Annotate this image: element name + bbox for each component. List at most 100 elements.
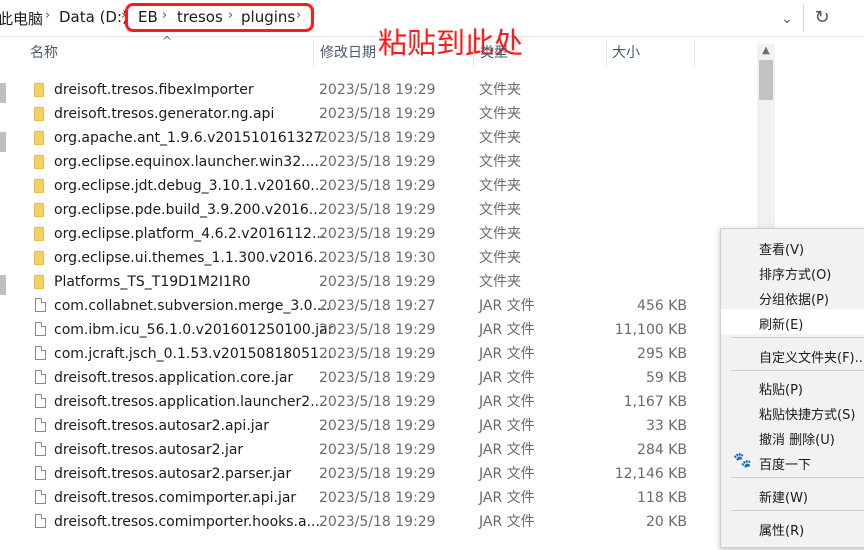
breadcrumb-data-drive[interactable]: Data (D:) xyxy=(59,8,128,26)
column-divider[interactable] xyxy=(606,40,607,68)
column-divider[interactable] xyxy=(313,40,314,68)
file-type: JAR 文件 xyxy=(479,298,535,314)
folder-icon xyxy=(32,155,46,169)
column-divider[interactable] xyxy=(694,40,695,68)
file-row[interactable]: org.eclipse.pde.build_3.9.200.v2016... 20… xyxy=(0,198,760,222)
file-size: 12,146 KB xyxy=(614,466,687,482)
file-row[interactable]: org.apache.ant_1.9.6.v201510161327 2023/5… xyxy=(0,126,760,150)
menu-item-paste-shortcut[interactable]: 粘贴快捷方式(S) xyxy=(759,404,855,423)
menu-item-customize-folder[interactable]: 自定义文件夹(F)... xyxy=(759,347,864,366)
file-icon xyxy=(35,442,46,456)
file-type: JAR 文件 xyxy=(479,370,535,386)
file-date: 2023/5/18 19:29 xyxy=(319,274,436,290)
file-name: org.eclipse.pde.build_3.9.200.v2016... xyxy=(54,202,323,218)
file-date: 2023/5/18 19:29 xyxy=(319,346,436,362)
file-size: 59 KB xyxy=(645,370,687,386)
file-row[interactable]: dreisoft.tresos.autosar2.api.jar 2023/5/1… xyxy=(0,414,760,438)
menu-item-undo-delete[interactable]: 撤消 删除(U) xyxy=(759,429,835,448)
baidu-paw-icon: 🐾 xyxy=(733,451,752,469)
file-name: Platforms_TS_T19D1M2I1R0 xyxy=(54,274,251,290)
menu-item-properties[interactable]: 属性(R) xyxy=(759,520,804,539)
file-size xyxy=(600,126,687,150)
file-size xyxy=(600,102,687,126)
file-size: 1,167 KB xyxy=(623,394,687,410)
file-row[interactable]: dreisoft.tresos.autosar2.jar 2023/5/18 19… xyxy=(0,438,760,462)
menu-item-refresh[interactable]: 刷新(E) xyxy=(759,314,803,333)
file-row[interactable]: dreisoft.tresos.comimporter.api.jar 2023/… xyxy=(0,486,760,510)
file-type: JAR 文件 xyxy=(479,442,535,458)
file-size xyxy=(600,222,687,246)
file-date: 2023/5/18 19:29 xyxy=(319,442,436,458)
file-name: dreisoft.tresos.autosar2.api.jar xyxy=(54,418,269,434)
column-divider[interactable] xyxy=(473,40,474,68)
file-type: JAR 文件 xyxy=(479,418,535,434)
file-size: 456 KB xyxy=(637,298,687,314)
file-type: 文件夹 xyxy=(479,250,521,266)
file-row[interactable]: com.jcraft.jsch_0.1.53.v20150818051... 20… xyxy=(0,342,760,366)
folder-icon xyxy=(32,275,46,289)
column-header-date[interactable]: 修改日期 xyxy=(320,36,376,70)
chevron-down-icon[interactable]: ⌄ xyxy=(774,6,800,32)
file-icon xyxy=(35,394,46,408)
file-row[interactable]: dreisoft.tresos.autosar2.parser.jar 2023/… xyxy=(0,462,760,486)
file-date: 2023/5/18 19:27 xyxy=(319,298,436,314)
column-header-type[interactable]: 类型 xyxy=(480,36,508,70)
file-row[interactable]: Platforms_TS_T19D1M2I1R0 2023/5/18 19:29 文… xyxy=(0,270,760,294)
menu-item-new[interactable]: 新建(W) xyxy=(759,487,808,506)
file-icon xyxy=(35,490,46,504)
file-size: 284 KB xyxy=(637,442,687,458)
menu-separator xyxy=(731,337,864,338)
menu-item-sort[interactable]: 排序方式(O) xyxy=(759,264,831,283)
file-icon xyxy=(35,466,46,480)
column-header-name[interactable]: 名称 xyxy=(30,36,58,70)
file-date: 2023/5/18 19:29 xyxy=(319,514,436,530)
menu-item-group[interactable]: 分组依据(P) xyxy=(759,289,829,308)
file-type: JAR 文件 xyxy=(479,322,535,338)
file-row[interactable]: org.eclipse.platform_4.6.2.v2016112... 20… xyxy=(0,222,760,246)
menu-item-view[interactable]: 查看(V) xyxy=(759,239,804,258)
file-row[interactable]: org.eclipse.ui.themes_1.1.300.v2016... 20… xyxy=(0,246,760,270)
file-row[interactable]: com.collabnet.subversion.merge_3.0.... 20… xyxy=(0,294,760,318)
file-date: 2023/5/18 19:29 xyxy=(319,82,436,98)
file-date: 2023/5/18 19:29 xyxy=(319,394,436,410)
file-type: 文件夹 xyxy=(479,130,521,146)
file-name: com.jcraft.jsch_0.1.53.v20150818051... xyxy=(54,346,333,362)
folder-icon xyxy=(32,83,46,97)
file-type: JAR 文件 xyxy=(479,514,535,530)
file-row[interactable]: com.ibm.icu_56.1.0.v201601250100.jar 2023… xyxy=(0,318,760,342)
file-row[interactable]: dreisoft.tresos.comimporter.hooks.a... 20… xyxy=(0,510,760,534)
breadcrumb-this-pc[interactable]: 此电脑 xyxy=(0,8,43,29)
file-name: dreisoft.tresos.comimporter.hooks.a... xyxy=(54,514,320,530)
file-row[interactable]: dreisoft.tresos.generator.ng.api 2023/5/1… xyxy=(0,102,760,126)
file-row[interactable]: dreisoft.tresos.application.launcher2...… xyxy=(0,390,760,414)
file-name: dreisoft.tresos.application.core.jar xyxy=(54,370,294,386)
breadcrumb-separator-icon: › xyxy=(45,8,51,23)
menu-separator xyxy=(731,477,864,478)
folder-icon xyxy=(32,227,46,241)
file-type: 文件夹 xyxy=(479,154,521,170)
scroll-up-arrow-icon[interactable]: ▲ xyxy=(757,44,775,58)
file-type: JAR 文件 xyxy=(479,394,535,410)
column-header-size[interactable]: 大小 xyxy=(612,36,640,70)
file-row[interactable]: dreisoft.tresos.fibexImporter 2023/5/18 1… xyxy=(0,78,760,102)
file-date: 2023/5/18 19:29 xyxy=(319,466,436,482)
file-icon xyxy=(35,346,46,360)
file-type: JAR 文件 xyxy=(479,466,535,482)
file-size xyxy=(600,150,687,174)
scrollbar-thumb[interactable] xyxy=(759,60,773,100)
sort-ascending-icon: ^ xyxy=(162,34,173,48)
file-row[interactable]: org.eclipse.equinox.launcher.win32.... 20… xyxy=(0,150,760,174)
menu-separator xyxy=(731,510,864,511)
file-name: dreisoft.tresos.comimporter.api.jar xyxy=(54,490,297,506)
file-row[interactable]: org.eclipse.jdt.debug_3.10.1.v20160... 20… xyxy=(0,174,760,198)
file-icon xyxy=(35,298,46,312)
folder-icon xyxy=(32,131,46,145)
menu-item-paste[interactable]: 粘贴(P) xyxy=(759,379,803,398)
context-menu: 查看(V) 排序方式(O) 分组依据(P) 刷新(E) 自定义文件夹(F)...… xyxy=(720,228,864,548)
file-type: 文件夹 xyxy=(479,178,521,194)
menu-item-baidu[interactable]: 百度一下 xyxy=(759,454,811,473)
file-date: 2023/5/18 19:30 xyxy=(319,250,436,266)
file-date: 2023/5/18 19:29 xyxy=(319,370,436,386)
refresh-icon[interactable]: ↻ xyxy=(810,5,834,31)
file-row[interactable]: dreisoft.tresos.application.core.jar 2023… xyxy=(0,366,760,390)
